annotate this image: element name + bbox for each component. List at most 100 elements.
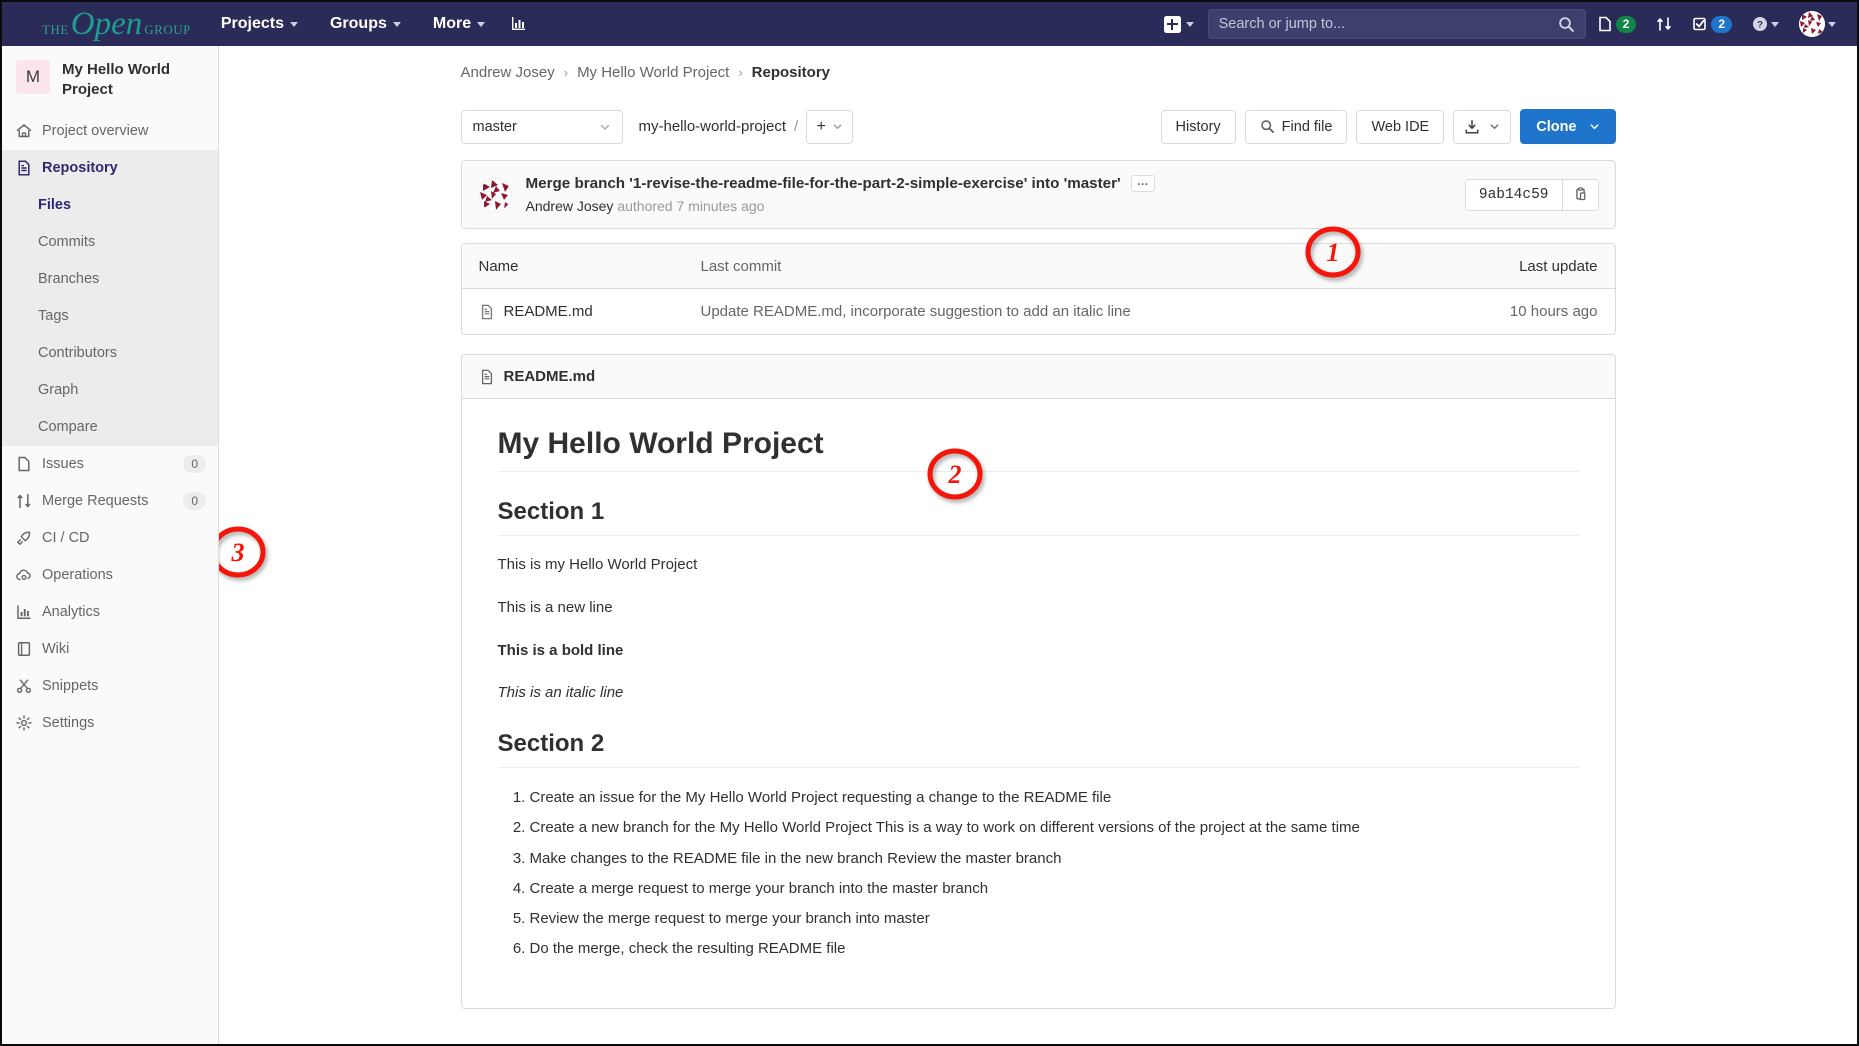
sidebar-label: Repository	[42, 160, 118, 176]
avatar	[477, 177, 512, 212]
nav-analytics-button[interactable]	[501, 2, 535, 46]
sidebar-item-repository[interactable]: Repository	[2, 149, 218, 187]
scissors-icon	[16, 679, 32, 694]
sidebar-item-graph[interactable]: Graph	[2, 372, 218, 409]
column-last-update: Last update	[1519, 257, 1598, 275]
chevron-down-icon	[1185, 21, 1194, 27]
file-name[interactable]: README.md	[504, 303, 593, 320]
sidebar-item-analytics[interactable]: Analytics	[2, 594, 218, 631]
sidebar-item-tags[interactable]: Tags	[2, 298, 218, 335]
sidebar-item-compare[interactable]: Compare	[2, 409, 218, 446]
gear-icon	[16, 715, 32, 731]
todos-nav-button[interactable]: 2	[1683, 2, 1741, 46]
user-menu-button[interactable]	[1790, 2, 1845, 46]
commit-sha[interactable]: 9ab14c59	[1465, 179, 1562, 210]
readme-panel: README.md My Hello World Project Section…	[460, 354, 1616, 1009]
issues-nav-button[interactable]: 2	[1588, 2, 1646, 46]
commit-meta: Andrew Josey authored 7 minutes ago	[526, 198, 1451, 214]
commit-sha-group: 9ab14c59	[1464, 178, 1599, 211]
commit-title-row: Merge branch '1-revise-the-readme-file-f…	[526, 175, 1451, 192]
sidebar-project-header[interactable]: M My Hello World Project	[2, 46, 218, 113]
sidebar-label: Project overview	[42, 123, 149, 139]
commit-author[interactable]: Andrew Josey	[526, 198, 614, 214]
sidebar-item-issues[interactable]: Issues 0	[2, 446, 218, 483]
breadcrumb-user[interactable]: Andrew Josey	[461, 64, 555, 81]
global-search-box[interactable]: Search or jump to...	[1207, 9, 1586, 39]
nav-groups-label: Groups	[329, 15, 387, 32]
breadcrumb: Andrew Josey › My Hello World Project › …	[461, 64, 1616, 97]
sidebar-item-project-overview[interactable]: Project overview	[2, 113, 218, 150]
nav-more[interactable]: More	[417, 2, 501, 46]
merge-requests-nav-button[interactable]	[1647, 2, 1681, 46]
history-button[interactable]: History	[1160, 109, 1236, 144]
sidebar-item-contributors[interactable]: Contributors	[2, 335, 218, 372]
download-button[interactable]	[1453, 109, 1512, 144]
home-icon	[16, 124, 32, 138]
merge-icon	[17, 493, 31, 509]
web-ide-button[interactable]: Web IDE	[1356, 109, 1445, 144]
column-last-commit: Last commit	[700, 257, 782, 275]
sidebar-item-ci-cd[interactable]: CI / CD	[2, 520, 218, 557]
breadcrumb-separator: ›	[563, 65, 569, 80]
repo-path: my-hello-world-project	[638, 118, 787, 135]
file-list-table: Name Last commit Last update README.md U…	[460, 243, 1616, 335]
annotation-marker-3: 3	[219, 524, 269, 582]
sidebar-sublabel: Branches	[38, 271, 100, 287]
file-icon	[481, 369, 492, 384]
help-nav-button[interactable]: ?	[1743, 2, 1788, 46]
copy-sha-button[interactable]	[1561, 179, 1598, 210]
sidebar-label: Operations	[42, 567, 113, 583]
readme-h1: My Hello World Project	[497, 427, 1579, 472]
file-last-commit[interactable]: Update README.md, incorporate suggestion…	[701, 303, 1510, 320]
chart-icon	[17, 605, 31, 620]
doc-icon	[18, 160, 30, 176]
readme-ordered-list: Create an issue for the My Hello World P…	[530, 786, 1579, 961]
chevron-down-icon	[477, 21, 486, 27]
clone-button[interactable]: Clone	[1520, 109, 1616, 144]
chevron-down-icon	[392, 21, 401, 27]
commit-expand-button[interactable]: …	[1130, 175, 1155, 192]
table-row[interactable]: README.md Update README.md, incorporate …	[462, 289, 1615, 334]
file-icon	[481, 304, 492, 319]
readme-paragraph-1: This is my Hello World Project	[497, 556, 698, 573]
find-file-button[interactable]: Find file	[1244, 109, 1348, 144]
logo-the: THE	[42, 21, 69, 37]
nav-projects[interactable]: Projects	[205, 2, 314, 46]
book-icon	[17, 642, 31, 656]
sidebar-item-wiki[interactable]: Wiki	[2, 631, 218, 668]
sidebar-label: Issues	[42, 456, 84, 472]
search-placeholder: Search or jump to...	[1218, 16, 1346, 32]
commit-message[interactable]: Merge branch '1-revise-the-readme-file-f…	[526, 175, 1121, 192]
breadcrumb-project[interactable]: My Hello World Project	[577, 64, 729, 81]
column-name: Name	[478, 257, 519, 275]
sidebar-label: Wiki	[42, 641, 70, 657]
list-item: Do the merge, check the resulting README…	[530, 937, 1579, 960]
list-item: Create a new branch for the My Hello Wor…	[530, 816, 1579, 839]
breadcrumb-separator: ›	[738, 65, 743, 80]
chevron-down-icon	[833, 124, 842, 130]
sidebar-sublabel: Graph	[38, 382, 79, 398]
sidebar-item-operations[interactable]: Operations	[2, 557, 218, 594]
logo-group: GROUP	[144, 21, 191, 37]
sidebar-item-commits[interactable]: Commits	[2, 224, 218, 261]
sidebar-item-branches[interactable]: Branches	[2, 261, 218, 298]
merge-requests-count: 0	[183, 492, 206, 510]
todos-count-badge: 2	[1711, 15, 1732, 33]
branch-selector[interactable]: master	[460, 109, 623, 144]
sidebar-item-merge-requests[interactable]: Merge Requests 0	[2, 483, 218, 520]
branch-name: master	[472, 118, 517, 135]
project-sidebar: M My Hello World Project Project overvie…	[2, 46, 219, 1044]
opengroup-logo[interactable]: THE Open GROUP	[12, 7, 205, 40]
main-content: Andrew Josey › My Hello World Project › …	[219, 46, 1857, 1044]
nav-projects-label: Projects	[220, 15, 284, 32]
sidebar-item-snippets[interactable]: Snippets	[2, 668, 218, 705]
new-item-dropdown[interactable]	[1163, 15, 1194, 33]
sidebar-item-files[interactable]: Files	[2, 187, 218, 224]
sidebar-label: Merge Requests	[42, 493, 149, 509]
sidebar-item-settings[interactable]: Settings	[2, 705, 218, 742]
sidebar-sublabel: Compare	[38, 419, 98, 435]
breadcrumb-current: Repository	[751, 64, 831, 81]
file-table-header: Name Last commit Last update	[461, 244, 1615, 289]
add-to-repo-button[interactable]: +	[806, 109, 854, 144]
nav-groups[interactable]: Groups	[314, 2, 417, 46]
